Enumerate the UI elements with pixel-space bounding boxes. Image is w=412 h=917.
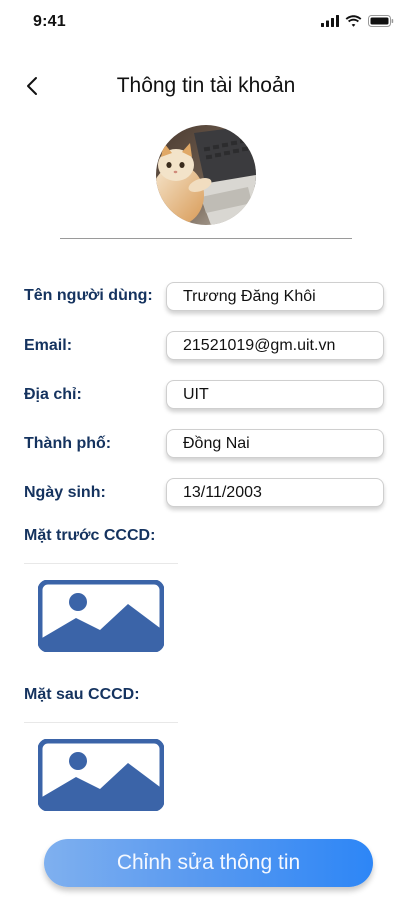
address-value: UIT bbox=[183, 385, 209, 403]
city-label: Thành phố: bbox=[24, 435, 112, 452]
avatar[interactable] bbox=[156, 125, 256, 225]
id-back-label: Mặt sau CCCD: bbox=[24, 686, 140, 703]
birthday-value: 13/11/2003 bbox=[183, 483, 262, 501]
wifi-icon bbox=[345, 15, 362, 27]
cat-photo-avatar bbox=[156, 125, 256, 225]
birthday-label: Ngày sinh: bbox=[24, 484, 106, 501]
battery-icon bbox=[368, 15, 394, 27]
address-field[interactable]: UIT bbox=[166, 380, 384, 409]
header: Thông tin tài khoản bbox=[0, 64, 412, 108]
signal-icon bbox=[321, 15, 339, 27]
email-label: Email: bbox=[24, 337, 73, 354]
city-field[interactable]: Đồng Nai bbox=[166, 429, 384, 458]
username-label: Tên người dùng: bbox=[24, 287, 153, 304]
id-front-upload[interactable] bbox=[24, 563, 178, 667]
status-bar: 9:41 bbox=[0, 0, 412, 44]
id-back-upload[interactable] bbox=[24, 722, 178, 826]
page-title: Thông tin tài khoản bbox=[116, 74, 296, 97]
username-field[interactable]: Trương Đăng Khôi bbox=[166, 282, 384, 311]
edit-info-button-label: Chỉnh sửa thông tin bbox=[116, 851, 301, 874]
username-value: Trương Đăng Khôi bbox=[183, 287, 316, 305]
email-value: 21521019@gm.uit.vn bbox=[183, 336, 336, 354]
email-field[interactable]: 21521019@gm.uit.vn bbox=[166, 331, 384, 360]
avatar-divider bbox=[60, 238, 352, 239]
edit-info-button[interactable]: Chỉnh sửa thông tin bbox=[44, 839, 373, 887]
city-value: Đồng Nai bbox=[183, 434, 250, 452]
birthday-field[interactable]: 13/11/2003 bbox=[166, 478, 384, 507]
status-time: 9:41 bbox=[33, 13, 66, 30]
id-front-label: Mặt trước CCCD: bbox=[24, 527, 156, 544]
image-placeholder-icon bbox=[38, 579, 164, 652]
status-icons bbox=[321, 15, 394, 27]
image-placeholder-icon bbox=[38, 738, 164, 811]
address-label: Địa chỉ: bbox=[24, 386, 82, 403]
